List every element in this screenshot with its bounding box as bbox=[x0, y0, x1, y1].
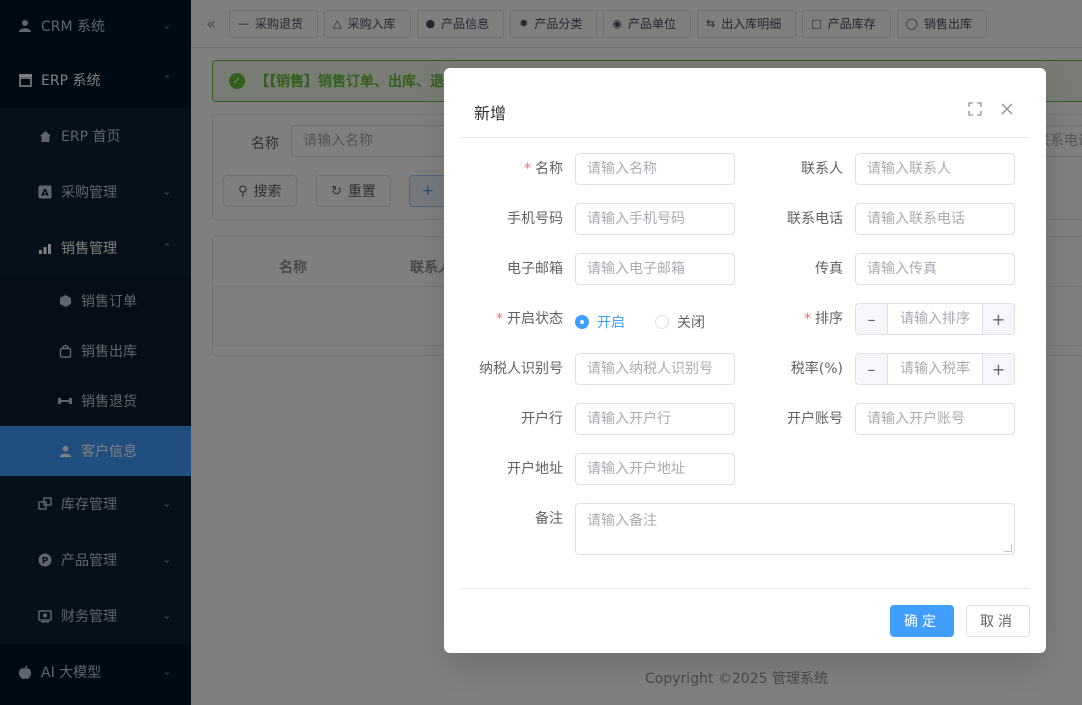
sort-stepper: – 请输入排序 + bbox=[855, 303, 1015, 335]
bank-name-label: 开户行 bbox=[521, 411, 563, 427]
remark-label: 备注 bbox=[535, 511, 563, 527]
tax-rate-label: 税率(%) bbox=[790, 361, 843, 377]
email-input[interactable]: 请输入电子邮箱 bbox=[575, 253, 735, 285]
mobile-label: 手机号码 bbox=[507, 211, 563, 227]
bank-address-input[interactable]: 请输入开户地址 bbox=[575, 453, 735, 485]
sort-input[interactable]: 请输入排序 bbox=[888, 304, 982, 334]
sort-label: * 排序 bbox=[804, 311, 843, 327]
dialog-footer bbox=[460, 588, 1030, 589]
bank-account-input[interactable]: 请输入开户账号 bbox=[855, 403, 1015, 435]
name-label: * 名称 bbox=[524, 161, 563, 177]
remark-textarea[interactable]: 请输入备注 bbox=[575, 503, 1015, 555]
tax-rate-input[interactable]: 请输入税率 bbox=[888, 354, 982, 384]
status-radio-on[interactable]: 开启 bbox=[575, 312, 625, 332]
increment-button[interactable]: + bbox=[982, 304, 1014, 334]
contact-label: 联系人 bbox=[801, 161, 843, 177]
fullscreen-icon[interactable] bbox=[968, 102, 982, 116]
status-radio-off[interactable]: 关闭 bbox=[655, 312, 705, 332]
radio-label: 关闭 bbox=[677, 315, 705, 331]
tax-rate-stepper: – 请输入税率 + bbox=[855, 353, 1015, 385]
close-icon[interactable] bbox=[1000, 102, 1014, 116]
radio-dot bbox=[575, 315, 589, 329]
resize-handle[interactable] bbox=[1004, 544, 1012, 552]
add-customer-dialog: 新增 * 名称 请输入名称 联系人 请输入联系人 手机号码 请输入手机号码 联系电… bbox=[444, 68, 1046, 653]
bank-address-label: 开户地址 bbox=[507, 461, 563, 477]
telephone-input[interactable]: 请输入联系电话 bbox=[855, 203, 1015, 235]
bank-name-input[interactable]: 请输入开户行 bbox=[575, 403, 735, 435]
remark-placeholder: 请输入备注 bbox=[587, 513, 657, 529]
cancel-button[interactable]: 取消 bbox=[966, 605, 1030, 637]
mobile-input[interactable]: 请输入手机号码 bbox=[575, 203, 735, 235]
fax-input[interactable]: 请输入传真 bbox=[855, 253, 1015, 285]
increment-button[interactable]: + bbox=[982, 354, 1014, 384]
telephone-label: 联系电话 bbox=[787, 211, 843, 227]
radio-label: 开启 bbox=[597, 315, 625, 331]
decrement-button[interactable]: – bbox=[856, 354, 888, 384]
tax-no-input[interactable]: 请输入纳税人识别号 bbox=[575, 353, 735, 385]
name-input[interactable]: 请输入名称 bbox=[575, 153, 735, 185]
status-label: * 开启状态 bbox=[496, 311, 563, 327]
tax-no-label: 纳税人识别号 bbox=[479, 361, 563, 377]
confirm-button[interactable]: 确定 bbox=[890, 605, 954, 637]
contact-input[interactable]: 请输入联系人 bbox=[855, 153, 1015, 185]
dialog-title: 新增 bbox=[474, 104, 507, 123]
dialog-header: 新增 bbox=[460, 68, 1030, 138]
fax-label: 传真 bbox=[815, 261, 843, 277]
decrement-button[interactable]: – bbox=[856, 304, 888, 334]
radio-dot bbox=[655, 315, 669, 329]
email-label: 电子邮箱 bbox=[507, 261, 563, 277]
bank-account-label: 开户账号 bbox=[787, 411, 843, 427]
